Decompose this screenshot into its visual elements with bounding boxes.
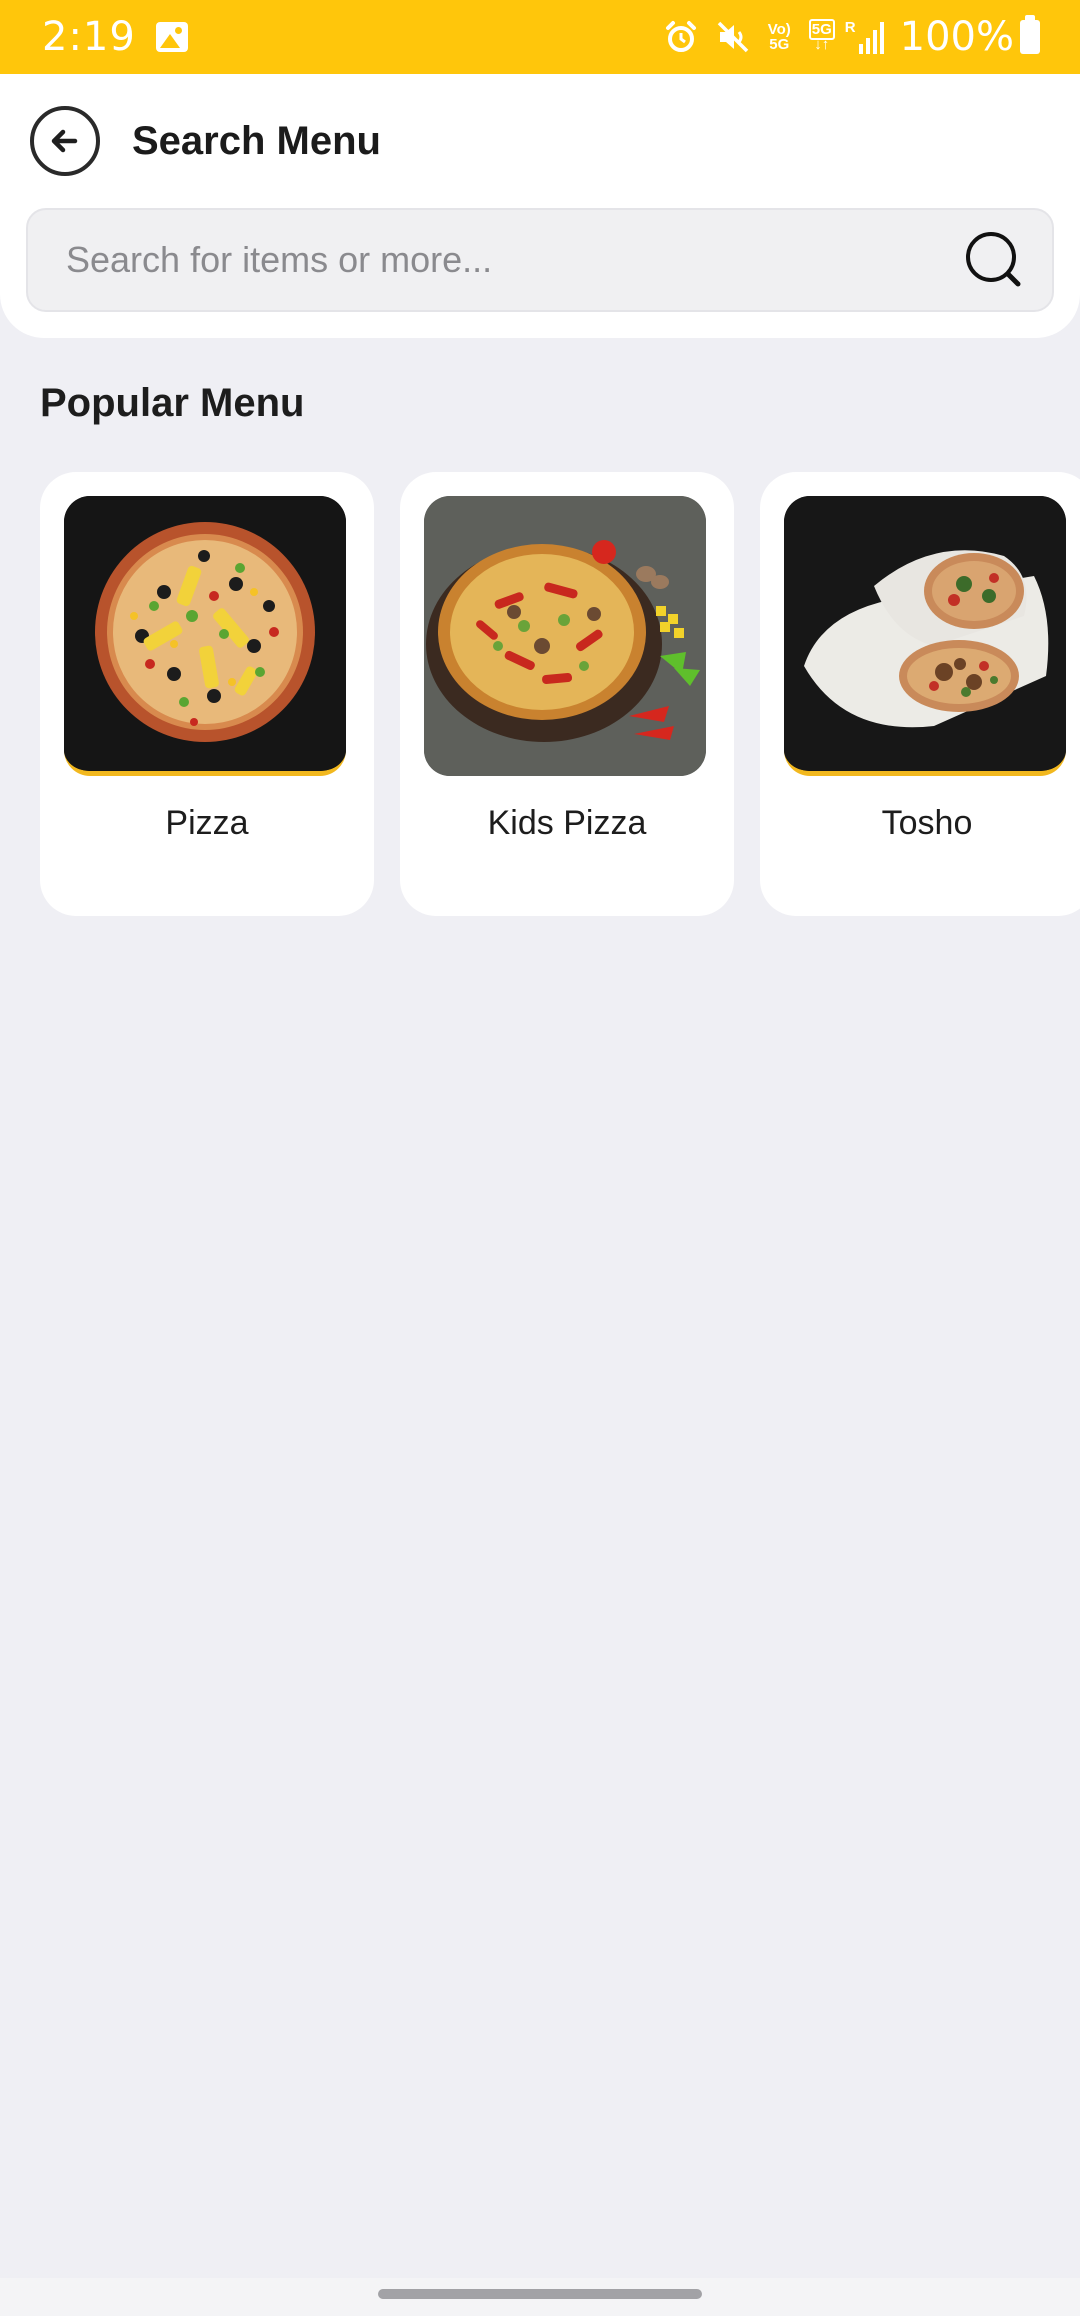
data-activity-label: ↓↑ xyxy=(814,36,830,53)
home-gesture-handle[interactable] xyxy=(378,2289,702,2299)
back-button[interactable] xyxy=(30,106,100,176)
menu-item-label: Pizza xyxy=(165,804,249,842)
alarm-icon xyxy=(664,20,698,54)
battery-icon xyxy=(1020,15,1040,54)
page-title: Search Menu xyxy=(132,119,381,163)
navigation-gesture-area xyxy=(0,2278,1080,2316)
gallery-icon xyxy=(155,22,188,52)
status-right: Vo) 5G 5G ↓↑ R 100% xyxy=(646,14,1040,60)
pizza-photo xyxy=(64,496,346,776)
header-card: Search Menu xyxy=(0,74,1080,338)
volte-network-label: 5G xyxy=(769,36,790,53)
signal-icon: R xyxy=(845,20,886,54)
search-icon[interactable] xyxy=(962,228,1026,292)
menu-item-tosho[interactable]: Tosho xyxy=(760,472,1080,916)
mute-icon xyxy=(716,20,750,54)
popular-menu-title: Popular Menu xyxy=(40,381,305,425)
volte-icon: Vo) 5G xyxy=(768,22,791,52)
tosho-wrap-photo xyxy=(784,496,1066,776)
status-time: 2:19 xyxy=(42,14,136,60)
menu-item-pizza[interactable]: Pizza xyxy=(40,472,374,916)
5g-data-icon: 5G ↓↑ xyxy=(808,19,835,53)
screen: 2:19 Vo) 5G 5G ↓↑ R 100% Search Menu Sea… xyxy=(0,0,1080,2316)
menu-item-label: Tosho xyxy=(881,804,973,842)
roaming-label: R xyxy=(844,19,856,36)
menu-item-kids-pizza[interactable]: Kids Pizza xyxy=(400,472,734,916)
arrow-left-circle-icon xyxy=(51,129,78,153)
menu-item-label: Kids Pizza xyxy=(487,804,647,842)
search-input[interactable] xyxy=(66,239,962,281)
search-box[interactable] xyxy=(26,208,1054,312)
battery-percentage: 100% xyxy=(899,14,1014,60)
status-left: 2:19 xyxy=(42,14,188,60)
status-bar: 2:19 Vo) 5G 5G ↓↑ R 100% xyxy=(0,0,1080,74)
popular-menu-list: Pizza Kids Pizza Tosho xyxy=(40,472,1080,916)
kids-pizza-photo xyxy=(424,496,706,776)
